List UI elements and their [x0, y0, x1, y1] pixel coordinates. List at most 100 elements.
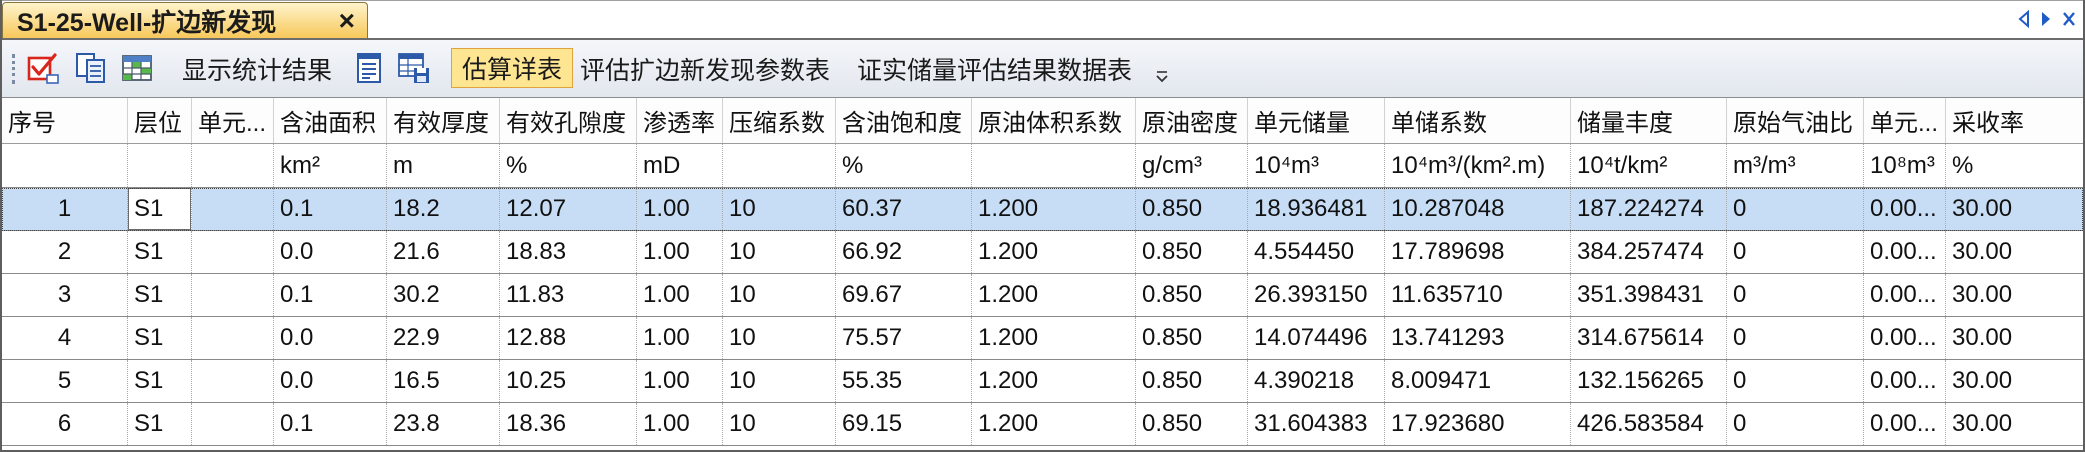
table-cell[interactable]: 10 [723, 188, 836, 230]
table-cell[interactable]: S1 [128, 274, 192, 316]
close-icon[interactable] [2061, 10, 2077, 28]
table-icon[interactable] [120, 51, 154, 85]
table-cell[interactable]: 30.00 [1946, 360, 2083, 402]
table-cell[interactable]: 1.00 [637, 231, 723, 273]
table-cell[interactable]: 10.287048 [1385, 188, 1571, 230]
copy-icon[interactable] [74, 51, 108, 85]
table-cell[interactable]: 0 [1727, 360, 1864, 402]
table-cell[interactable]: 4 [2, 317, 128, 359]
table-cell[interactable]: 0.0 [274, 317, 387, 359]
table-row[interactable]: 4 S1 0.0 22.9 12.88 1.00 10 75.57 1.200 … [2, 317, 2083, 360]
column-header-oil-area[interactable]: 含油面积 [274, 98, 387, 143]
table-row[interactable]: 2 S1 0.0 21.6 18.83 1.00 10 66.92 1.200 … [2, 231, 2083, 274]
table-row[interactable]: 3 S1 0.1 30.2 11.83 1.00 10 69.67 1.200 … [2, 274, 2083, 317]
table-cell[interactable]: 0.850 [1136, 188, 1248, 230]
column-header-oil-density[interactable]: 原油密度 [1136, 98, 1248, 143]
table-cell[interactable]: 21.6 [387, 231, 500, 273]
table-cell[interactable]: 0 [1727, 317, 1864, 359]
table-cell[interactable]: 2 [2, 231, 128, 273]
document-list-icon[interactable] [352, 51, 386, 85]
table-cell[interactable]: 75.57 [836, 317, 972, 359]
table-cell[interactable]: 23.8 [387, 403, 500, 445]
table-cell[interactable]: 69.67 [836, 274, 972, 316]
table-cell[interactable]: 0.850 [1136, 317, 1248, 359]
table-save-icon[interactable] [397, 51, 431, 85]
column-header-reserve-coefficient[interactable]: 单储系数 [1385, 98, 1571, 143]
table-cell[interactable]: 0.00... [1864, 274, 1946, 316]
table-cell[interactable]: S1 [128, 188, 192, 230]
table-cell[interactable]: 1.200 [972, 231, 1136, 273]
column-header-volume-factor[interactable]: 原油体积系数 [972, 98, 1136, 143]
table-cell[interactable]: 1.00 [637, 274, 723, 316]
table-cell[interactable]: 55.35 [836, 360, 972, 402]
table-cell[interactable]: 1.200 [972, 317, 1136, 359]
table-cell[interactable]: 0.00... [1864, 403, 1946, 445]
table-cell[interactable]: 8.009471 [1385, 360, 1571, 402]
check-list-icon[interactable] [26, 51, 60, 85]
table-cell[interactable]: 22.9 [387, 317, 500, 359]
table-cell[interactable]: 10 [723, 360, 836, 402]
table-cell[interactable]: 30.00 [1946, 231, 2083, 273]
table-cell[interactable]: 18.2 [387, 188, 500, 230]
table-cell[interactable]: 10 [723, 231, 836, 273]
table-cell[interactable]: S1 [128, 403, 192, 445]
table-cell[interactable]: 132.156265 [1571, 360, 1727, 402]
table-cell[interactable] [192, 188, 274, 230]
table-cell[interactable]: 4.554450 [1248, 231, 1385, 273]
table-cell[interactable]: 426.583584 [1571, 403, 1727, 445]
table-cell[interactable]: 0.1 [274, 274, 387, 316]
show-stats-button[interactable]: 显示统计结果 [182, 40, 332, 97]
table-cell[interactable]: 3 [2, 274, 128, 316]
table-cell[interactable]: 0.0 [274, 231, 387, 273]
table-cell[interactable]: S1 [128, 231, 192, 273]
table-cell[interactable]: 1.00 [637, 188, 723, 230]
table-cell[interactable]: 18.36 [500, 403, 637, 445]
table-cell[interactable]: 12.88 [500, 317, 637, 359]
table-cell[interactable]: 1.00 [637, 317, 723, 359]
table-cell[interactable]: 0 [1727, 188, 1864, 230]
table-cell[interactable]: 0 [1727, 231, 1864, 273]
scroll-right-icon[interactable] [2039, 10, 2053, 28]
table-cell[interactable]: 0.0 [274, 360, 387, 402]
table-cell[interactable]: 6 [2, 403, 128, 445]
table-cell[interactable]: 1.200 [972, 274, 1136, 316]
table-cell[interactable]: 0.1 [274, 403, 387, 445]
column-header-unit-reserves[interactable]: 单元储量 [1248, 98, 1385, 143]
column-header-reserve-abundance[interactable]: 储量丰度 [1571, 98, 1727, 143]
column-header-layer[interactable]: 层位 [128, 98, 192, 143]
table-row[interactable]: 5 S1 0.0 16.5 10.25 1.00 10 55.35 1.200 … [2, 360, 2083, 403]
table-cell[interactable]: 17.923680 [1385, 403, 1571, 445]
table-cell[interactable]: 17.789698 [1385, 231, 1571, 273]
table-cell[interactable]: 1.00 [637, 360, 723, 402]
table-cell[interactable]: 0.00... [1864, 317, 1946, 359]
table-cell[interactable]: 10.25 [500, 360, 637, 402]
table-cell[interactable]: 11.635710 [1385, 274, 1571, 316]
table-cell[interactable]: 0.850 [1136, 403, 1248, 445]
table-cell[interactable]: 187.224274 [1571, 188, 1727, 230]
table-cell[interactable] [192, 360, 274, 402]
tab-document[interactable]: S1-25-Well-扩边新发现 × [2, 2, 368, 38]
column-header-gas-oil-ratio[interactable]: 原始气油比 [1727, 98, 1864, 143]
table-cell[interactable]: 1.200 [972, 188, 1136, 230]
tab-close-button[interactable]: × [339, 3, 355, 38]
table-cell[interactable]: 10 [723, 274, 836, 316]
table-cell[interactable]: 0 [1727, 274, 1864, 316]
table-cell[interactable]: 0.1 [274, 188, 387, 230]
column-header-permeability[interactable]: 渗透率 [637, 98, 723, 143]
column-header-unit-gas[interactable]: 单元... [1864, 98, 1946, 143]
table-cell[interactable]: 0 [1727, 403, 1864, 445]
table-cell[interactable]: 66.92 [836, 231, 972, 273]
table-cell[interactable]: 14.074496 [1248, 317, 1385, 359]
column-header-oil-saturation[interactable]: 含油饱和度 [836, 98, 972, 143]
table-cell[interactable]: 0.00... [1864, 188, 1946, 230]
table-cell[interactable]: 31.604383 [1248, 403, 1385, 445]
column-header-net-thickness[interactable]: 有效厚度 [387, 98, 500, 143]
table-cell[interactable]: 384.257474 [1571, 231, 1727, 273]
table-cell[interactable]: 4.390218 [1248, 360, 1385, 402]
estimate-detail-button[interactable]: 估算详表 [451, 48, 574, 88]
table-cell[interactable]: S1 [128, 360, 192, 402]
column-header-recovery-factor[interactable]: 采收率 [1946, 98, 2083, 143]
table-cell[interactable] [192, 274, 274, 316]
table-cell[interactable]: 0.850 [1136, 274, 1248, 316]
table-cell[interactable] [192, 317, 274, 359]
